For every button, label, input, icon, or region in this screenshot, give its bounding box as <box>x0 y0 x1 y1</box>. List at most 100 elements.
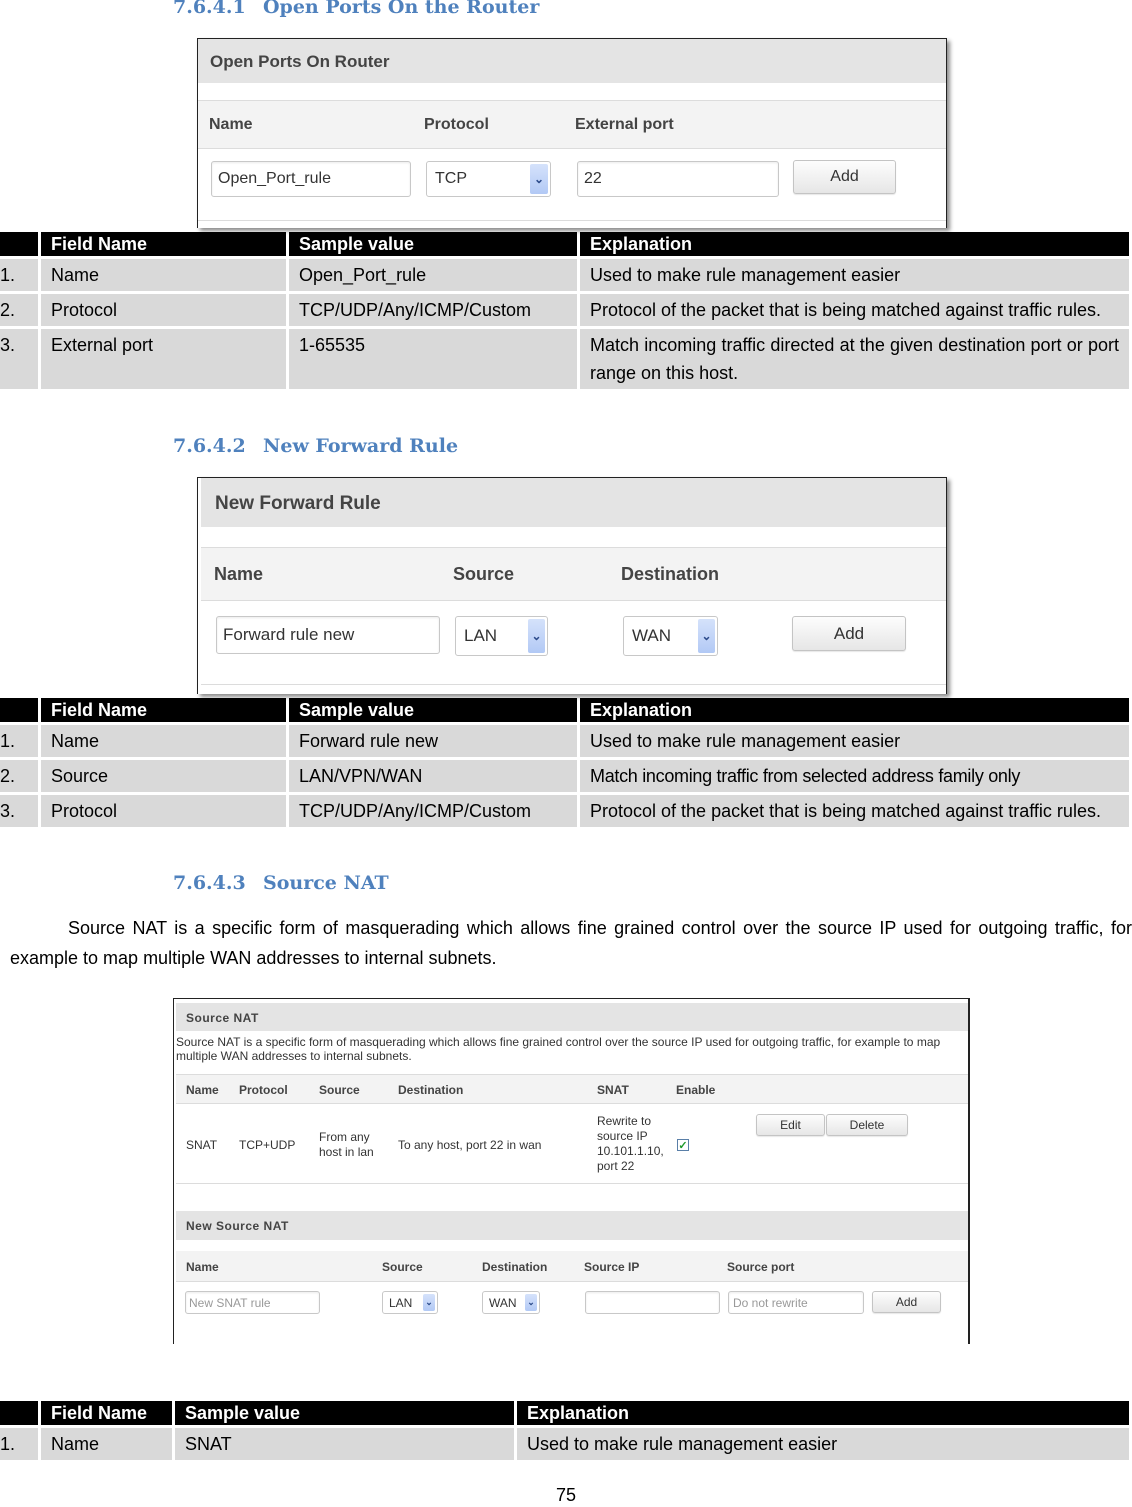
enable-checkbox[interactable]: ✓ <box>677 1139 689 1152</box>
rule-snat: Rewrite to source IP 10.101.1.10, port 2… <box>597 1114 664 1173</box>
source-nat-field-table: Field Name Sample value Explanation 1. N… <box>0 1398 1132 1463</box>
explanation: Used to make rule management easier <box>580 725 1129 757</box>
add-button[interactable]: Add <box>872 1291 941 1313</box>
column-header-explanation: Explanation <box>580 232 1129 256</box>
table-header-row: Field Name Sample value Explanation <box>0 232 1129 256</box>
table-row: 2. Source LAN/VPN/WAN Match incoming tra… <box>0 760 1129 792</box>
table-header-row: Field Name Sample value Explanation <box>0 698 1129 722</box>
column-header-sample-value: Sample value <box>289 698 577 722</box>
rule-destination: To any host, port 22 in wan <box>398 1138 542 1152</box>
column-header-source: Source <box>382 1260 423 1274</box>
column-header-name: Name <box>186 1260 219 1274</box>
new-forward-rule-field-table: Field Name Sample value Explanation 1. N… <box>0 695 1132 830</box>
sample-value: Open_Port_rule <box>289 259 577 291</box>
section-heading-source-nat: 7.6.4.3 Source NAT <box>173 872 389 894</box>
protocol-select[interactable]: TCP ⌄ <box>426 161 551 197</box>
chevron-down-icon: ⌄ <box>528 619 545 653</box>
column-header-enable: Enable <box>676 1083 716 1097</box>
column-header-destination: Destination <box>482 1260 548 1274</box>
column-header-sample-value: Sample value <box>289 232 577 256</box>
new-snat-name-input[interactable]: New SNAT rule <box>185 1291 320 1314</box>
section-number: 7.6.4.2 <box>173 435 246 457</box>
new-destination-select[interactable]: WAN ⌄ <box>482 1291 540 1314</box>
sample-value: 1-65535 <box>289 329 577 389</box>
delete-button[interactable]: Delete <box>826 1114 908 1136</box>
add-button[interactable]: Add <box>793 160 896 194</box>
field-name: Name <box>41 259 286 291</box>
destination-select-value: WAN <box>632 626 672 645</box>
divider <box>176 1183 968 1184</box>
section-heading-new-forward-rule: 7.6.4.2 New Forward Rule <box>173 435 458 457</box>
column-header-index <box>0 698 38 722</box>
section-title: Open Ports On the Router <box>263 0 540 18</box>
row-index: 3. <box>0 795 38 827</box>
column-header-index <box>0 232 38 256</box>
column-header-destination: Destination <box>398 1083 464 1097</box>
new-source-port-input[interactable]: Do not rewrite <box>728 1291 864 1314</box>
column-header-field-name: Field Name <box>41 232 286 256</box>
divider <box>198 220 946 221</box>
rule-source: From any host in lan <box>319 1130 374 1159</box>
column-header-external-port: External port <box>575 116 674 133</box>
destination-select[interactable]: WAN ⌄ <box>623 616 718 656</box>
row-index: 2. <box>0 760 38 792</box>
open-ports-screenshot: Open Ports On Router Name Protocol Exter… <box>197 38 947 228</box>
row-index: 3. <box>0 329 38 389</box>
name-input[interactable]: Forward rule new <box>216 616 440 654</box>
section-title: New Forward Rule <box>263 435 459 457</box>
explanation: Match incoming traffic directed at the g… <box>580 329 1129 389</box>
section-heading-open-ports: 7.6.4.1 Open Ports On the Router <box>173 0 539 18</box>
column-header-source: Source <box>453 564 515 584</box>
explanation: Used to make rule management easier <box>517 1428 1129 1460</box>
new-source-select-value: LAN <box>389 1295 413 1310</box>
header-row: Name Source Destination <box>201 547 946 601</box>
new-source-nat-title: New Source NAT <box>176 1211 968 1240</box>
field-name: Protocol <box>41 795 286 827</box>
explanation: Protocol of the packet that is being mat… <box>580 795 1129 827</box>
source-select[interactable]: LAN ⌄ <box>455 616 548 656</box>
row-index: 1. <box>0 1428 38 1460</box>
chevron-down-icon: ⌄ <box>530 164 548 194</box>
column-header-name: Name <box>214 564 264 584</box>
edit-button[interactable]: Edit <box>756 1114 825 1136</box>
panel-title: New Forward Rule <box>201 478 946 527</box>
external-port-input[interactable]: 22 <box>577 161 779 197</box>
rule-name: SNAT <box>186 1138 218 1152</box>
table-row: 1. Name Forward rule new Used to make ru… <box>0 725 1129 757</box>
snat-rule-row: SNAT TCP+UDP From any host in lan To any… <box>176 1105 966 1183</box>
sample-value: TCP/UDP/Any/ICMP/Custom <box>289 795 577 827</box>
section-title: Source NAT <box>263 872 389 894</box>
table-row: 1. Name Open_Port_rule Used to make rule… <box>0 259 1129 291</box>
source-select-value: LAN <box>464 626 498 645</box>
new-source-select[interactable]: LAN ⌄ <box>382 1291 438 1314</box>
divider <box>201 684 946 685</box>
explanation: Protocol of the packet that is being mat… <box>580 294 1129 326</box>
table-row: 2. Protocol TCP/UDP/Any/ICMP/Custom Prot… <box>0 294 1129 326</box>
new-source-ip-input[interactable] <box>585 1291 720 1314</box>
field-name: Source <box>41 760 286 792</box>
panel-title: Source NAT <box>176 1003 968 1031</box>
name-input[interactable]: Open_Port_rule <box>211 161 411 197</box>
column-header-index <box>0 1401 38 1425</box>
add-button[interactable]: Add <box>792 616 906 651</box>
sample-value: Forward rule new <box>289 725 577 757</box>
chevron-down-icon: ⌄ <box>423 1294 435 1311</box>
column-header-protocol: Protocol <box>424 116 489 133</box>
column-header-explanation: Explanation <box>580 698 1129 722</box>
column-header-protocol: Protocol <box>239 1083 288 1097</box>
sample-value: SNAT <box>175 1428 514 1460</box>
column-header-source-ip: Source IP <box>584 1260 640 1274</box>
new-header-row: Name Source Destination Source IP Source… <box>176 1251 968 1282</box>
column-header-snat: SNAT <box>597 1083 629 1097</box>
chevron-down-icon: ⌄ <box>525 1294 537 1311</box>
open-ports-field-table: Field Name Sample value Explanation 1. N… <box>0 229 1132 392</box>
section-number: 7.6.4.1 <box>173 0 246 18</box>
section-number: 7.6.4.3 <box>173 872 246 894</box>
intro-paragraph: Source NAT is a specific form of masquer… <box>10 918 1132 968</box>
panel-description: Source NAT is a specific form of masquer… <box>176 1035 941 1063</box>
table-row: 3. Protocol TCP/UDP/Any/ICMP/Custom Prot… <box>0 795 1129 827</box>
column-header-source: Source <box>319 1083 360 1097</box>
protocol-select-value: TCP <box>435 170 467 187</box>
chevron-down-icon: ⌄ <box>698 619 715 653</box>
explanation: Used to make rule management easier <box>580 259 1129 291</box>
